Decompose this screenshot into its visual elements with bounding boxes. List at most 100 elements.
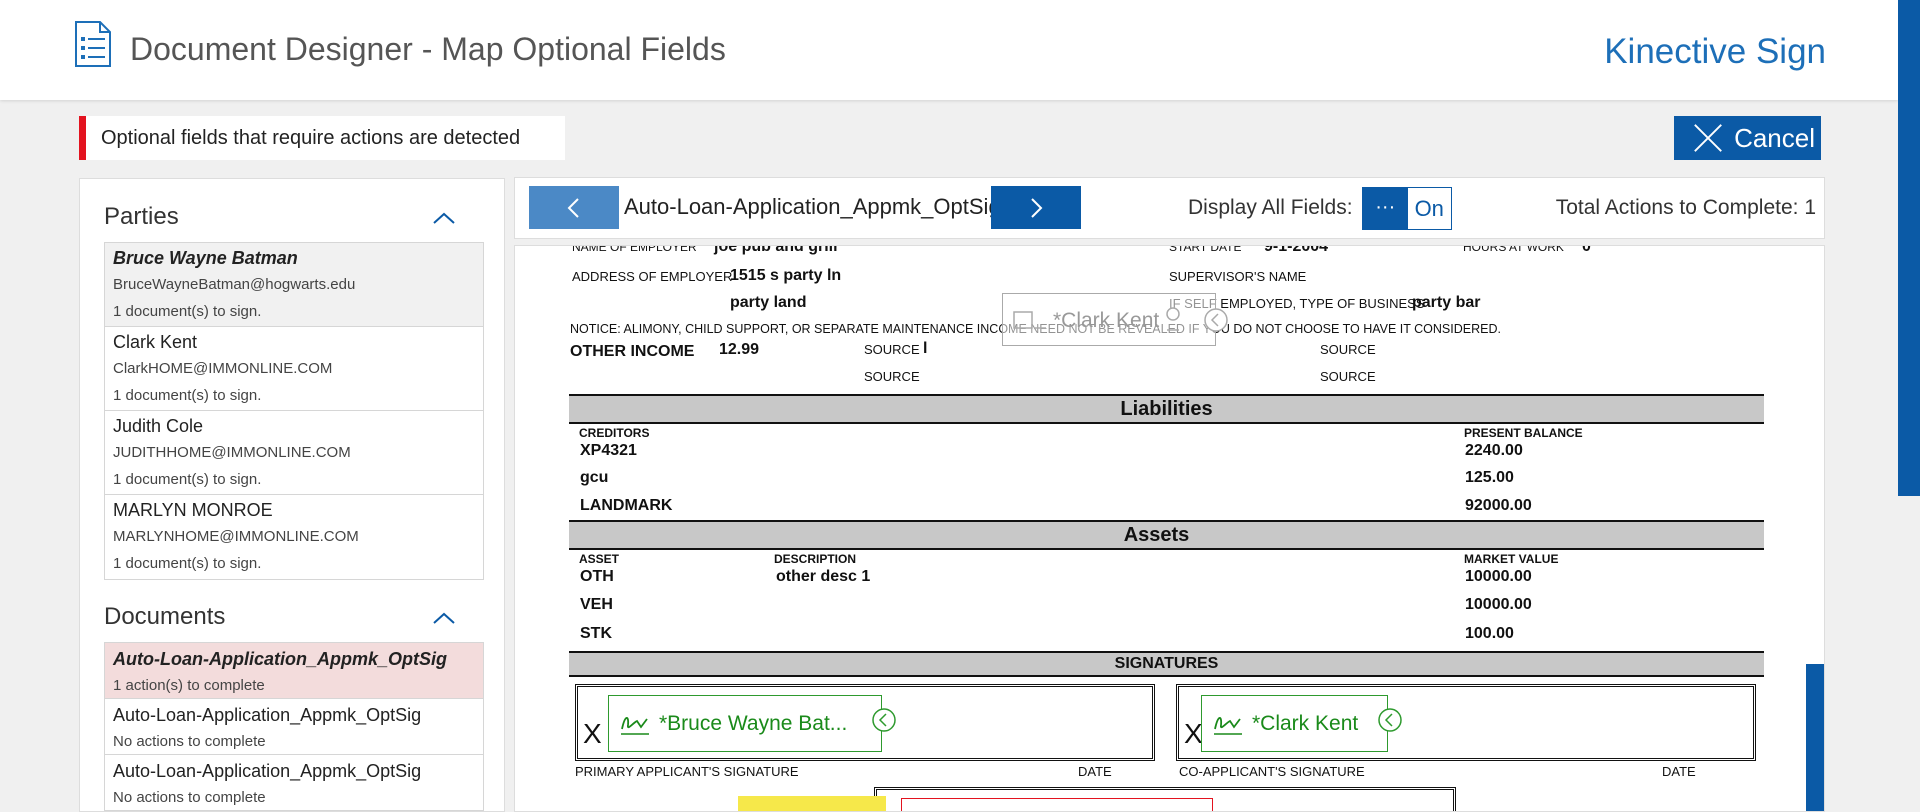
party-name: MARLYN MONROE	[113, 500, 273, 520]
present-balance-column-header: PRESENT BALANCE	[1464, 426, 1583, 440]
market-value-cell: 10000.00	[1465, 568, 1532, 585]
toggle-state-label: On	[1414, 196, 1444, 221]
market-value-cell: 10000.00	[1465, 596, 1532, 613]
document-status: No actions to complete	[113, 789, 266, 806]
cancel-button[interactable]: Cancel	[1674, 116, 1821, 160]
document-status: No actions to complete	[113, 733, 266, 750]
co-applicant-signature-field[interactable]: *Clark Kent	[1201, 695, 1402, 752]
document-status: 1 action(s) to complete	[113, 677, 265, 694]
party-doc-count: 1 document(s) to sign.	[113, 555, 262, 572]
field-type-icon	[1013, 311, 1046, 329]
party-item-marlyn-monroe[interactable]: MARLYN MONROE MARLYNHOME@IMMONLINE.COM 1…	[105, 495, 483, 579]
expand-chevron-left-icon[interactable]	[871, 707, 897, 733]
alert-message: Optional fields that require actions are…	[101, 126, 521, 149]
source-label: SOURCE	[864, 369, 920, 384]
document-list-icon	[75, 21, 111, 67]
liabilities-header: Liabilities	[569, 394, 1764, 424]
description-column-header: DESCRIPTION	[774, 552, 857, 566]
document-item[interactable]: Auto-Loan-Application_Appmk_OptSig No ac…	[105, 699, 483, 755]
party-name: Judith Cole	[113, 416, 204, 436]
creditor-cell: LANDMARK	[580, 497, 673, 514]
collapse-parties-chevron-up-icon[interactable]	[432, 211, 456, 225]
primary-signature-caption: PRIMARY APPLICANT'S SIGNATURE	[575, 764, 799, 779]
asset-cell: OTH	[580, 568, 614, 585]
asset-cell: STK	[580, 625, 612, 642]
display-all-fields-label: Display All Fields:	[1188, 196, 1353, 219]
display-all-fields-toggle[interactable]: ··· On	[1362, 187, 1452, 230]
expand-chevron-left-icon[interactable]	[1203, 307, 1229, 333]
creditor-cell: gcu	[580, 469, 609, 486]
document-item[interactable]: Auto-Loan-Application_Appmk_OptSig No ac…	[105, 755, 483, 811]
party-email: MARLYNHOME@IMMONLINE.COM	[113, 528, 359, 545]
previous-document-button[interactable]	[529, 186, 619, 229]
supervisor-label: SUPERVISOR'S NAME	[1169, 269, 1307, 284]
optional-signature-field-ghost[interactable]: *Clark Kent	[1002, 293, 1228, 346]
start-date-label: START DATE	[1169, 245, 1242, 254]
party-name: Clark Kent	[113, 332, 198, 352]
other-income-value: 12.99	[719, 341, 760, 358]
primary-signature-field[interactable]: *Bruce Wayne Bat...	[608, 695, 896, 752]
toggle-handle[interactable]: ···	[1363, 188, 1408, 229]
asset-cell: VEH	[580, 596, 613, 613]
highlighted-field[interactable]	[738, 796, 886, 811]
asset-description-cell: other desc 1	[776, 568, 871, 585]
document-toolbar: Auto-Loan-Application_Appmk_OptSig Displ…	[514, 177, 1825, 239]
creditors-column-header: CREDITORS	[579, 426, 650, 440]
asset-column-header: ASSET	[579, 552, 620, 566]
address-label: ADDRESS OF EMPLOYER	[572, 269, 733, 284]
date-caption: DATE	[1078, 764, 1112, 779]
party-email: JUDITHHOME@IMMONLINE.COM	[113, 444, 351, 461]
party-doc-count: 1 document(s) to sign.	[113, 387, 262, 404]
hours-label: HOURS AT WORK	[1463, 245, 1564, 254]
current-document-name: Auto-Loan-Application_Appmk_OptSig	[624, 194, 1001, 219]
parties-heading: Parties	[104, 203, 179, 230]
close-icon	[1694, 124, 1722, 152]
signature-pen-icon	[1214, 716, 1242, 735]
signatures-header: SIGNATURES	[569, 651, 1764, 677]
document-viewer[interactable]: NAME OF EMPLOYER joe pub and grill START…	[514, 245, 1825, 812]
party-doc-count: 1 document(s) to sign.	[113, 303, 262, 320]
party-email: BruceWayneBatman@hogwarts.edu	[113, 276, 356, 293]
document-page: NAME OF EMPLOYER joe pub and grill START…	[515, 245, 1805, 811]
party-item-bruce-wayne-batman[interactable]: Bruce Wayne Batman BruceWayneBatman@hogw…	[105, 243, 483, 327]
cancel-label: Cancel	[1734, 122, 1815, 153]
sidebar-panel: Parties Bruce Wayne Batman BruceWayneBat…	[79, 178, 505, 812]
source-label: SOURCE	[1320, 342, 1376, 357]
documents-list: Auto-Loan-Application_Appmk_OptSig 1 act…	[104, 642, 484, 811]
parties-list: Bruce Wayne Batman BruceWayneBatman@hogw…	[104, 242, 484, 580]
signature-pen-icon	[621, 716, 649, 735]
source-value: l	[923, 340, 928, 357]
next-document-button[interactable]	[991, 186, 1081, 229]
signature-x-mark: X	[1184, 718, 1203, 749]
party-email: ClarkHOME@IMMONLINE.COM	[113, 360, 333, 377]
employer-value: joe pub and grill	[714, 245, 838, 255]
expand-chevron-left-icon[interactable]	[1377, 707, 1403, 733]
market-value-cell: 100.00	[1465, 625, 1514, 642]
address-line2: party land	[730, 294, 807, 311]
party-name: Bruce Wayne Batman	[113, 248, 298, 268]
party-item-judith-cole[interactable]: Judith Cole JUDITHHOME@IMMONLINE.COM 1 d…	[105, 411, 483, 495]
required-field-outline[interactable]	[901, 798, 1213, 811]
page-scrollbar[interactable]	[1898, 0, 1920, 812]
creditor-cell: XP4321	[580, 442, 637, 459]
self-employed-value: party bar	[1412, 294, 1481, 311]
co-applicant-signature-caption: CO-APPLICANT'S SIGNATURE	[1179, 764, 1365, 779]
alert-banner: Optional fields that require actions are…	[79, 116, 565, 160]
viewer-scrollbar-thumb[interactable]	[1806, 664, 1824, 811]
document-item[interactable]: Auto-Loan-Application_Appmk_OptSig 1 act…	[105, 643, 483, 699]
page-scrollbar-thumb[interactable]	[1898, 0, 1920, 496]
page-title: Document Designer - Map Optional Fields	[130, 31, 726, 67]
employer-label: NAME OF EMPLOYER	[572, 245, 697, 254]
balance-cell: 92000.00	[1465, 497, 1532, 514]
collapse-documents-chevron-up-icon[interactable]	[432, 611, 456, 625]
hours-value: 0	[1582, 245, 1591, 255]
chevron-right-icon	[1031, 198, 1043, 218]
address-line1: 1515 s party ln	[730, 267, 842, 284]
app-header: Document Designer - Map Optional Fields …	[0, 0, 1898, 100]
party-item-clark-kent[interactable]: Clark Kent ClarkHOME@IMMONLINE.COM 1 doc…	[105, 327, 483, 411]
person-icon	[1166, 307, 1180, 331]
source-label: SOURCE	[1320, 369, 1376, 384]
balance-cell: 2240.00	[1465, 442, 1523, 459]
primary-signature-label: *Bruce Wayne Bat...	[659, 711, 848, 735]
source-label: SOURCE	[864, 342, 920, 357]
